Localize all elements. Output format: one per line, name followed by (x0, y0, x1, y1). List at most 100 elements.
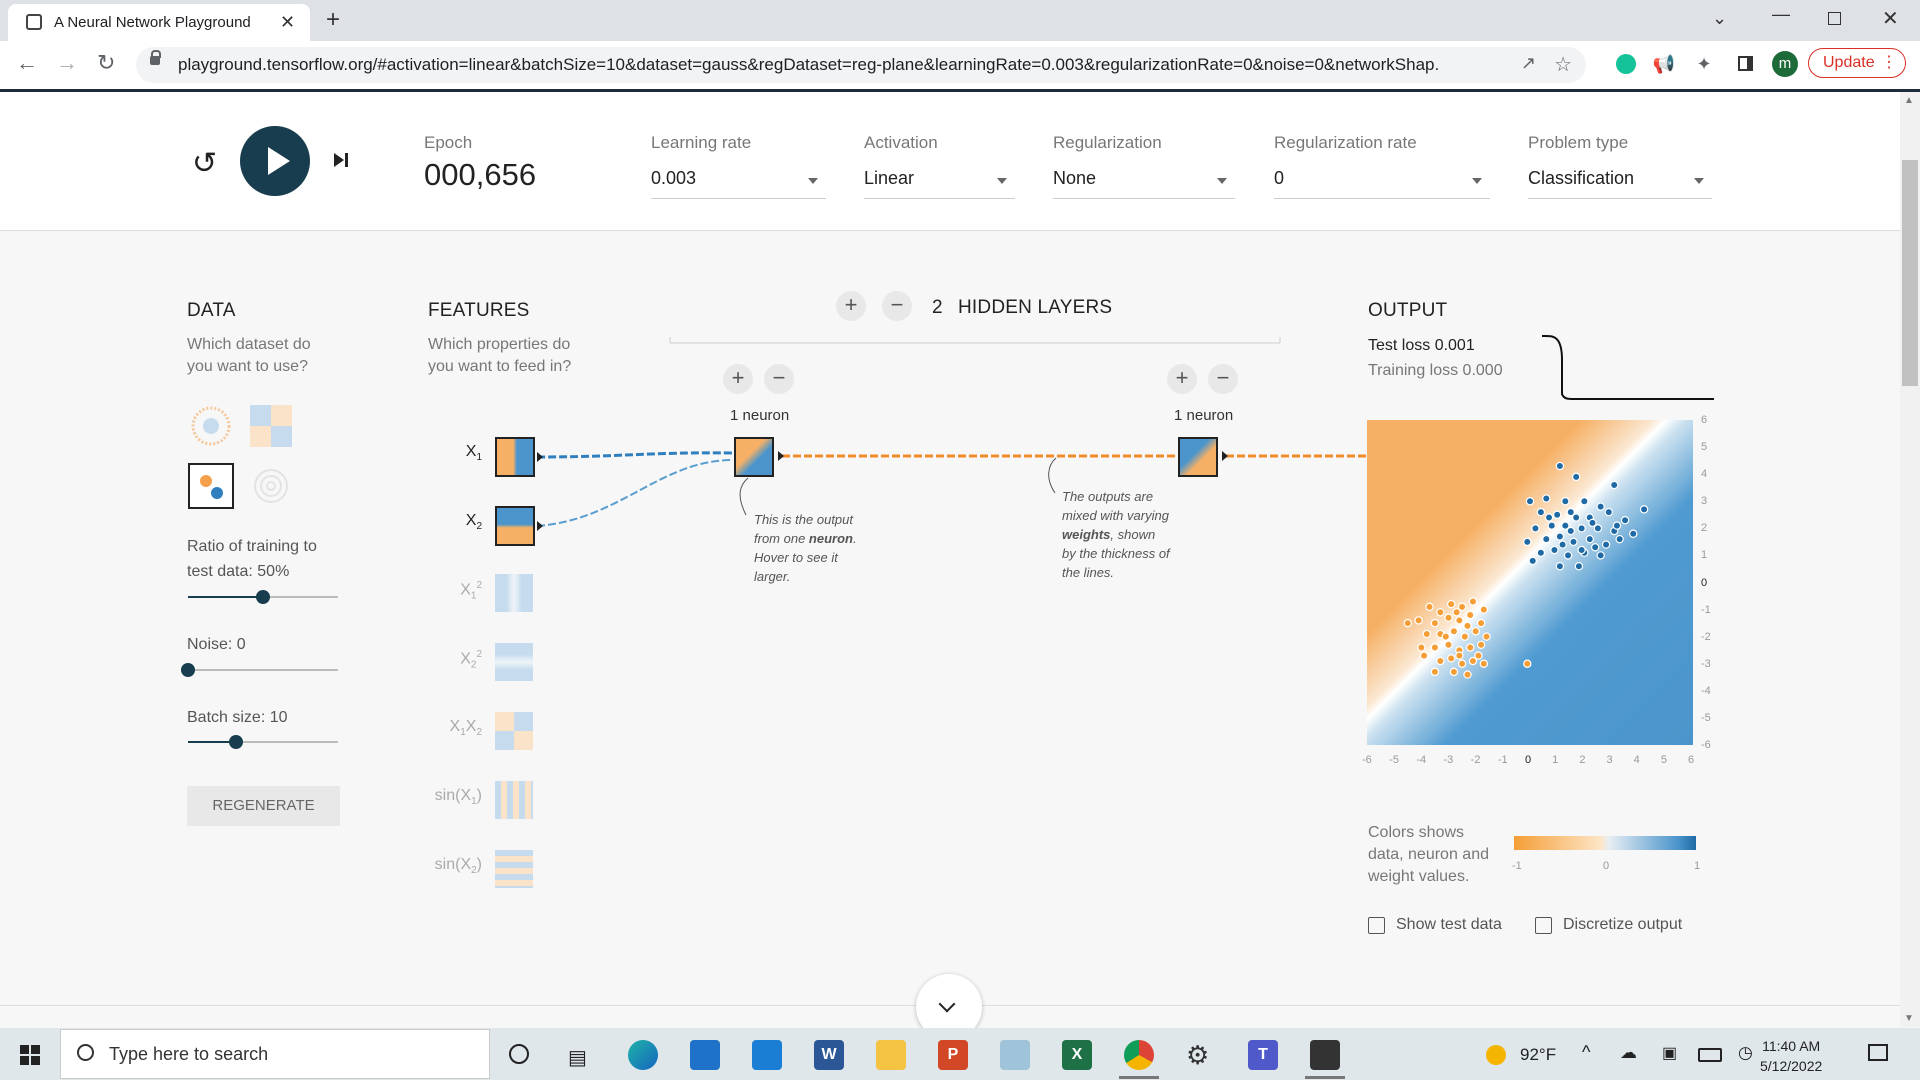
notifications-icon[interactable] (1868, 1044, 1888, 1061)
blue-data-point (1525, 497, 1535, 506)
weather-sun-icon[interactable] (1486, 1045, 1506, 1065)
orange-data-point (1474, 651, 1483, 660)
orange-data-point (1455, 651, 1464, 660)
legend-tick-mid: 0 (1603, 860, 1610, 872)
orange-data-point (1482, 632, 1491, 641)
hidden-layer2-neuron[interactable] (1178, 437, 1218, 477)
settings-gear-icon[interactable]: ⚙ (1186, 1040, 1209, 1071)
legend-tick-max: 1 (1694, 860, 1701, 872)
orange-data-point (1476, 640, 1486, 649)
orange-data-point (1479, 605, 1489, 614)
powerpoint-icon[interactable]: P (938, 1040, 968, 1070)
layer2-neuron-count: 1 neuron (1174, 407, 1234, 424)
blue-data-point (1574, 562, 1584, 571)
chrome-icon[interactable] (1124, 1040, 1154, 1070)
edge-icon[interactable] (628, 1040, 658, 1070)
blue-data-point (1544, 513, 1554, 522)
blue-data-point (1580, 497, 1589, 506)
windows-start-icon[interactable] (20, 1045, 40, 1065)
show-test-data-checkbox[interactable] (1368, 917, 1385, 934)
y-tick-label: 6 (1701, 414, 1708, 426)
taskbar-search-placeholder: Type here to search (109, 1044, 269, 1064)
layer1-remove-neuron-button[interactable]: − (764, 364, 794, 394)
orange-data-point (1463, 670, 1472, 679)
file-explorer-icon[interactable] (876, 1040, 906, 1070)
camera-icon[interactable]: ▣ (1662, 1043, 1677, 1063)
excel-icon[interactable]: X (1062, 1040, 1092, 1070)
word-icon[interactable]: W (814, 1040, 844, 1070)
cortana-icon[interactable] (509, 1044, 529, 1064)
chevron-up-icon[interactable]: ^ (1582, 1042, 1590, 1063)
task-view-icon[interactable]: ▤ (568, 1045, 587, 1070)
remove-layer-button[interactable]: − (882, 291, 912, 321)
test-loss: Test loss 0.001 (1368, 337, 1475, 354)
orange-data-point (1479, 659, 1489, 668)
x-tick-label: -1 (1497, 754, 1508, 766)
x-tick-label: -4 (1416, 754, 1427, 766)
orange-data-point (1414, 616, 1423, 625)
layer2-add-neuron-button[interactable]: + (1167, 364, 1197, 394)
discretize-output-checkbox[interactable] (1535, 917, 1552, 934)
y-tick-label: 2 (1701, 522, 1708, 535)
y-tick-label: 0 (1701, 576, 1708, 589)
color-legend-bar (1514, 836, 1696, 850)
teams-icon[interactable]: T (1248, 1040, 1278, 1070)
blue-data-point (1596, 551, 1605, 560)
orange-data-point (1455, 616, 1464, 625)
link-x1-to-neuron1[interactable] (536, 451, 734, 459)
blue-data-point (1569, 537, 1578, 547)
blue-data-point (1566, 526, 1575, 536)
blue-data-point (1550, 545, 1559, 555)
blue-data-point (1563, 551, 1573, 560)
legend-tick-min: -1 (1512, 860, 1522, 872)
y-tick-label: -5 (1701, 711, 1711, 724)
orange-data-point (1471, 627, 1480, 636)
taskbar-search-box[interactable]: Type here to search (60, 1029, 490, 1079)
blue-data-point (1542, 534, 1551, 544)
loss-curve (1541, 334, 1714, 401)
orange-data-point (1466, 610, 1475, 620)
y-tick-label: 3 (1701, 495, 1708, 508)
chevron-down-icon (938, 995, 956, 1013)
blue-data-point (1542, 494, 1551, 503)
orange-data-point (1476, 618, 1486, 628)
y-tick-label: 1 (1701, 549, 1708, 562)
y-tick-label: -3 (1701, 657, 1711, 670)
search-icon (77, 1044, 94, 1061)
x-tick-label: 2 (1579, 754, 1586, 766)
blue-data-point (1523, 537, 1532, 547)
battery-icon[interactable] (1698, 1048, 1722, 1062)
snipping-tool-icon[interactable] (1310, 1040, 1340, 1070)
orange-data-point (1523, 659, 1532, 668)
layer2-remove-neuron-button[interactable]: − (1208, 364, 1238, 394)
orange-data-point (1457, 659, 1467, 668)
orange-data-point (1447, 599, 1456, 609)
mail-icon[interactable] (752, 1040, 782, 1070)
orange-data-point (1436, 656, 1445, 666)
app-icon[interactable] (1000, 1040, 1030, 1070)
y-axis-ticks: 6 5 4 3 2 1 0 -1 -2 -3 -4 -5 -6 (1697, 414, 1727, 751)
taskbar-clock[interactable]: 11:40 AM 5/12/2022 (1760, 1036, 1822, 1076)
blue-data-point (1610, 480, 1619, 490)
data-points (1403, 461, 1649, 679)
orange-data-point (1447, 654, 1456, 663)
note1-arrow (739, 477, 749, 516)
add-layer-button[interactable]: + (836, 291, 866, 321)
x-tick-label: -6 (1362, 754, 1372, 766)
layer1-add-neuron-button[interactable]: + (723, 364, 753, 394)
microsoft-store-icon[interactable] (690, 1040, 720, 1070)
onedrive-icon[interactable]: ☁ (1620, 1043, 1637, 1063)
y-tick-label: 5 (1701, 441, 1708, 454)
orange-data-point (1444, 613, 1453, 622)
blue-data-point (1601, 540, 1611, 549)
blue-data-point (1577, 545, 1586, 555)
wifi-icon[interactable]: ◷ (1738, 1043, 1753, 1063)
weather-temperature[interactable]: 92°F (1520, 1045, 1556, 1065)
hidden-layer1-neuron[interactable] (734, 437, 774, 477)
hidden-layers-label: HIDDEN LAYERS (958, 297, 1113, 318)
orange-data-point (1403, 618, 1412, 628)
orange-data-point (1430, 618, 1440, 628)
blue-data-point (1590, 543, 1600, 552)
link-x2-to-neuron1[interactable] (536, 459, 734, 527)
blue-data-point (1588, 518, 1597, 528)
